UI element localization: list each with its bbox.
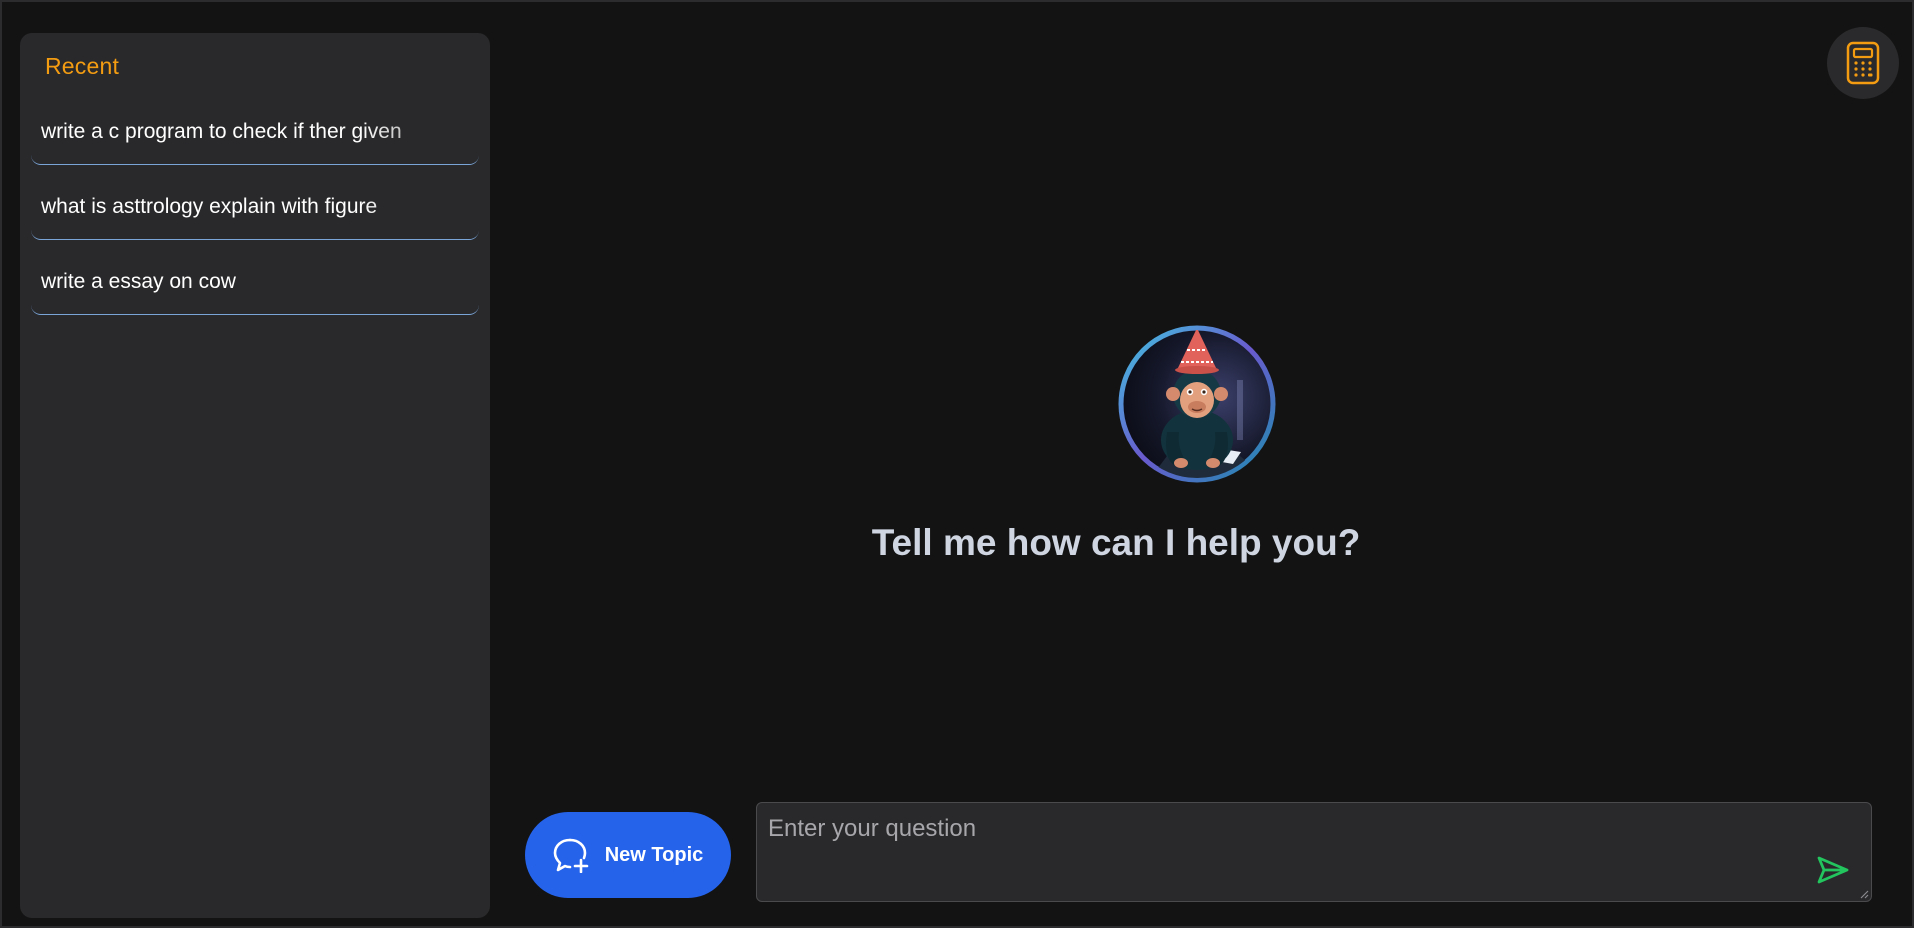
recent-sidebar: Recent write a c program to check if the…	[20, 33, 490, 918]
calculator-icon	[1846, 41, 1880, 85]
recent-item[interactable]: write a c program to check if ther given	[31, 110, 479, 165]
recent-item[interactable]: write a essay on cow	[31, 260, 479, 315]
chimp-mascot-avatar	[1118, 325, 1276, 483]
send-icon	[1817, 856, 1849, 884]
headline-text: Tell me how can I help you?	[871, 522, 1361, 563]
recent-list: write a c program to check if ther given…	[31, 110, 479, 335]
recent-item-label: write a c program to check if ther given	[41, 120, 402, 143]
question-input[interactable]	[757, 803, 1871, 901]
app-window: Recent write a c program to check if the…	[2, 2, 1912, 926]
question-input-box	[756, 802, 1872, 902]
recent-item[interactable]: what is asttrology explain with figure	[31, 185, 479, 240]
sidebar-title: Recent	[45, 53, 120, 79]
recent-item-label: write a essay on cow	[41, 270, 236, 293]
send-button[interactable]	[1814, 851, 1852, 889]
resize-handle-icon[interactable]	[1859, 889, 1869, 899]
new-topic-label: New Topic	[604, 843, 704, 866]
calculator-button[interactable]	[1827, 27, 1899, 99]
chat-plus-icon	[553, 838, 589, 873]
new-topic-button[interactable]: New Topic	[525, 812, 731, 898]
page-headline: Tell me how can I help you?	[2, 522, 1912, 564]
recent-item-label: what is asttrology explain with figure	[41, 195, 378, 218]
